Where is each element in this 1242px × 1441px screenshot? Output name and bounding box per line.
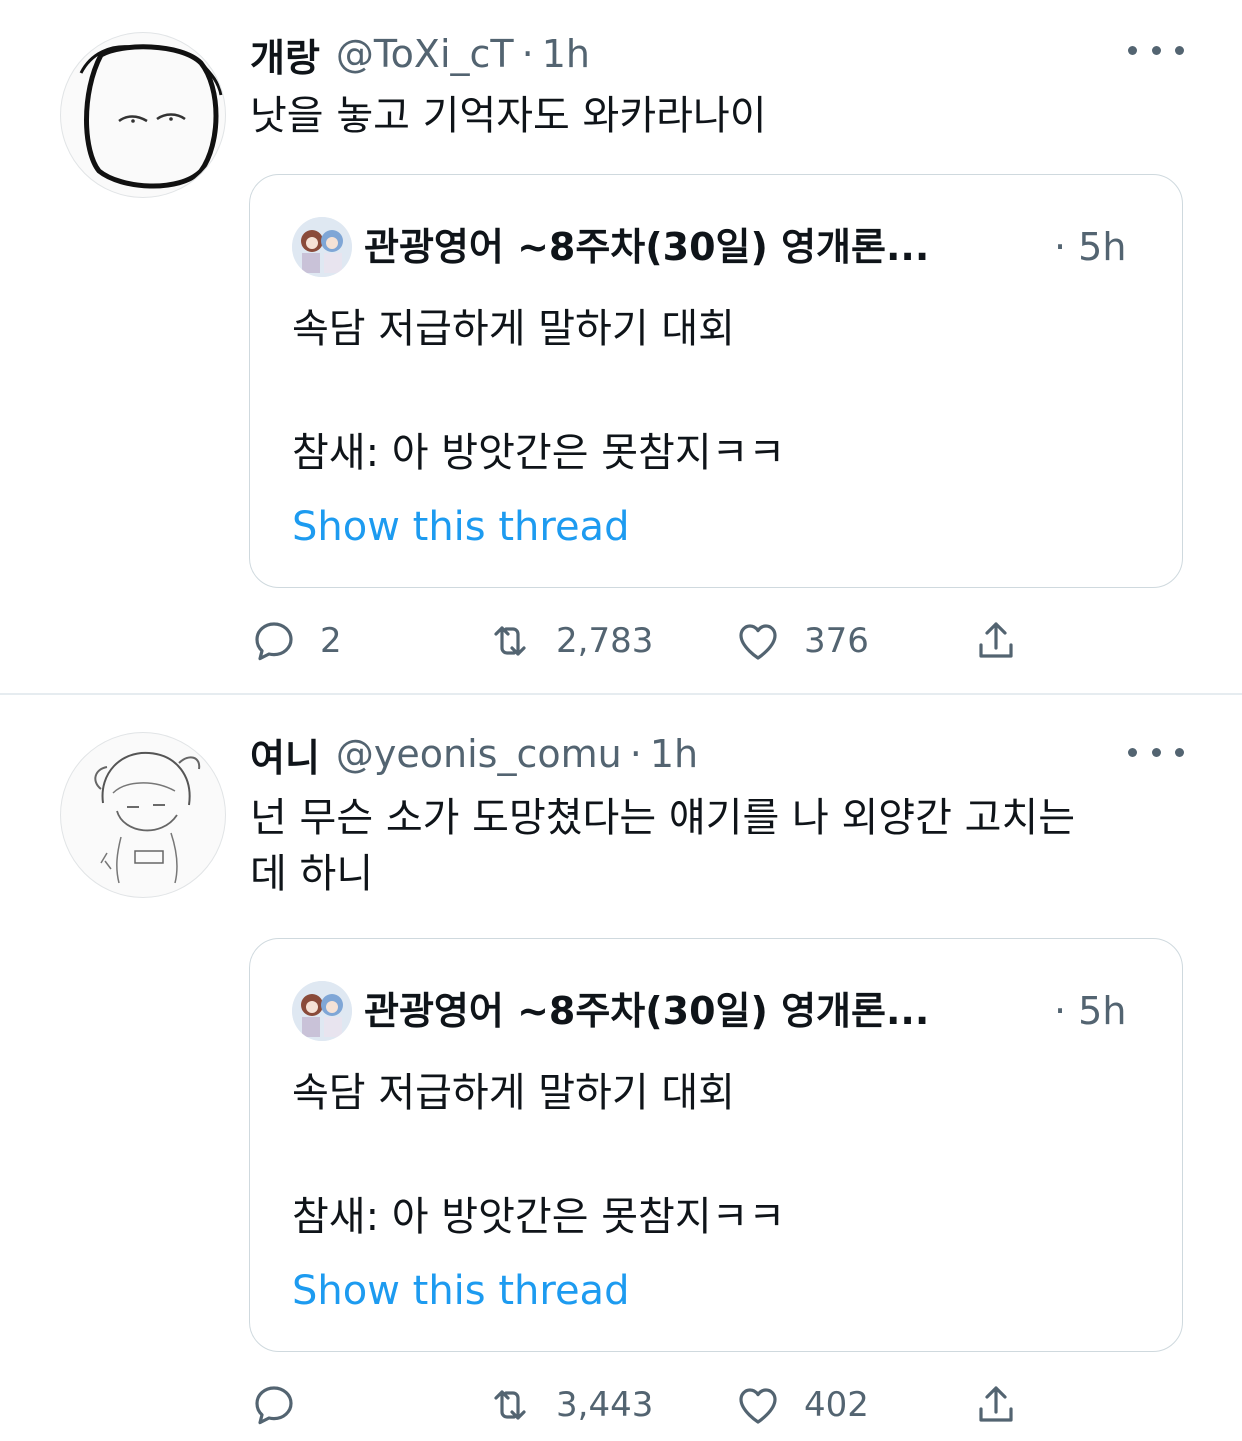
reply-button[interactable] bbox=[250, 1370, 320, 1440]
retweet-icon bbox=[494, 626, 526, 656]
tweet-text: 낫을 놓고 기억자도 와카라나이 bbox=[250, 93, 767, 139]
quoted-text-line: 속담 저급하게 말하기 대회 bbox=[292, 306, 735, 352]
quoted-display-name: 관광영어 ~8주차(30일) 영개론... bbox=[364, 225, 930, 269]
timestamp[interactable]: 1h bbox=[542, 32, 590, 76]
tweet-2[interactable]: 여니 @yeonis_comu · 1h 넌 무슨 소가 도망쳤다는 얘기를 나… bbox=[0, 702, 1242, 1441]
reply-count: 2 bbox=[320, 621, 342, 661]
quoted-tweet[interactable]: 관광영어 ~8주차(30일) 영개론... · 5h 속담 저급하게 말하기 대… bbox=[249, 938, 1183, 1352]
share-icon bbox=[979, 1386, 1013, 1422]
tweet-divider bbox=[0, 693, 1242, 695]
show-thread-link[interactable]: Show this thread bbox=[292, 499, 629, 555]
share-icon bbox=[979, 622, 1013, 658]
tweet-1[interactable]: 개랑 @ToXi_cT · 1h 낫을 놓고 기억자도 와카라나이 관광영어 ~… bbox=[0, 0, 1242, 694]
heart-icon bbox=[739, 1388, 777, 1424]
quoted-tweet[interactable]: 관광영어 ~8주차(30일) 영개론... · 5h 속담 저급하게 말하기 대… bbox=[249, 174, 1183, 588]
retweet-button[interactable]: 3,443 bbox=[486, 1370, 653, 1440]
retweet-icon bbox=[494, 1390, 526, 1420]
like-count: 376 bbox=[804, 621, 869, 661]
reply-icon bbox=[255, 1386, 293, 1425]
heart-icon bbox=[739, 624, 777, 660]
avatar[interactable] bbox=[60, 732, 226, 898]
share-button[interactable] bbox=[972, 1370, 1020, 1440]
quoted-text-line: 참새: 아 방앗간은 못참지ㅋㅋ bbox=[292, 430, 786, 476]
face-sketch-icon bbox=[79, 44, 223, 189]
tweet-actions: 2 2,783 376 bbox=[250, 606, 1050, 676]
user-handle[interactable]: @ToXi_cT bbox=[336, 32, 514, 76]
tweet-text-line: 넌 무슨 소가 도망쳤다는 얘기를 나 외양간 고치는 bbox=[250, 795, 1076, 841]
share-button[interactable] bbox=[972, 606, 1020, 676]
quoted-display-name: 관광영어 ~8주차(30일) 영개론... bbox=[364, 989, 930, 1033]
display-name[interactable]: 개랑 bbox=[250, 27, 320, 82]
characters-avatar-icon bbox=[292, 981, 352, 1041]
quoted-text-line: 참새: 아 방앗간은 못참지ㅋㅋ bbox=[292, 1194, 786, 1240]
separator-dot: · bbox=[521, 32, 534, 76]
user-handle[interactable]: @yeonis_comu bbox=[336, 732, 622, 776]
tweet-header: 여니 @yeonis_comu · 1h bbox=[250, 724, 698, 784]
display-name[interactable]: 여니 bbox=[250, 727, 320, 782]
quoted-timestamp: · 5h bbox=[1054, 989, 1127, 1033]
retweet-count: 3,443 bbox=[556, 1385, 654, 1425]
avatar[interactable] bbox=[60, 32, 226, 198]
tweet-text-line: 데 하니 bbox=[250, 851, 374, 897]
reply-icon bbox=[255, 622, 293, 661]
quoted-avatar bbox=[292, 981, 352, 1041]
reply-button[interactable]: 2 bbox=[250, 606, 342, 676]
show-thread-link[interactable]: Show this thread bbox=[292, 1263, 629, 1319]
like-count: 402 bbox=[804, 1385, 869, 1425]
tweet-text: 넌 무슨 소가 도망쳤다는 얘기를 나 외양간 고치는 데 하니 bbox=[250, 790, 1190, 902]
like-button[interactable]: 376 bbox=[734, 606, 869, 676]
character-sketch-icon bbox=[94, 751, 201, 884]
tweet-header: 개랑 @ToXi_cT · 1h bbox=[250, 24, 590, 84]
retweet-count: 2,783 bbox=[556, 621, 654, 661]
retweet-button[interactable]: 2,783 bbox=[486, 606, 653, 676]
tweet-actions: 3,443 402 bbox=[250, 1370, 1050, 1440]
separator-dot: · bbox=[629, 732, 642, 776]
more-options-icon[interactable] bbox=[1128, 32, 1184, 68]
quoted-text-line: 속담 저급하게 말하기 대회 bbox=[292, 1070, 735, 1116]
quoted-timestamp: · 5h bbox=[1054, 225, 1127, 269]
quoted-avatar bbox=[292, 217, 352, 277]
like-button[interactable]: 402 bbox=[734, 1370, 869, 1440]
characters-avatar-icon bbox=[292, 217, 352, 277]
timestamp[interactable]: 1h bbox=[650, 732, 698, 776]
more-options-icon[interactable] bbox=[1128, 734, 1184, 770]
